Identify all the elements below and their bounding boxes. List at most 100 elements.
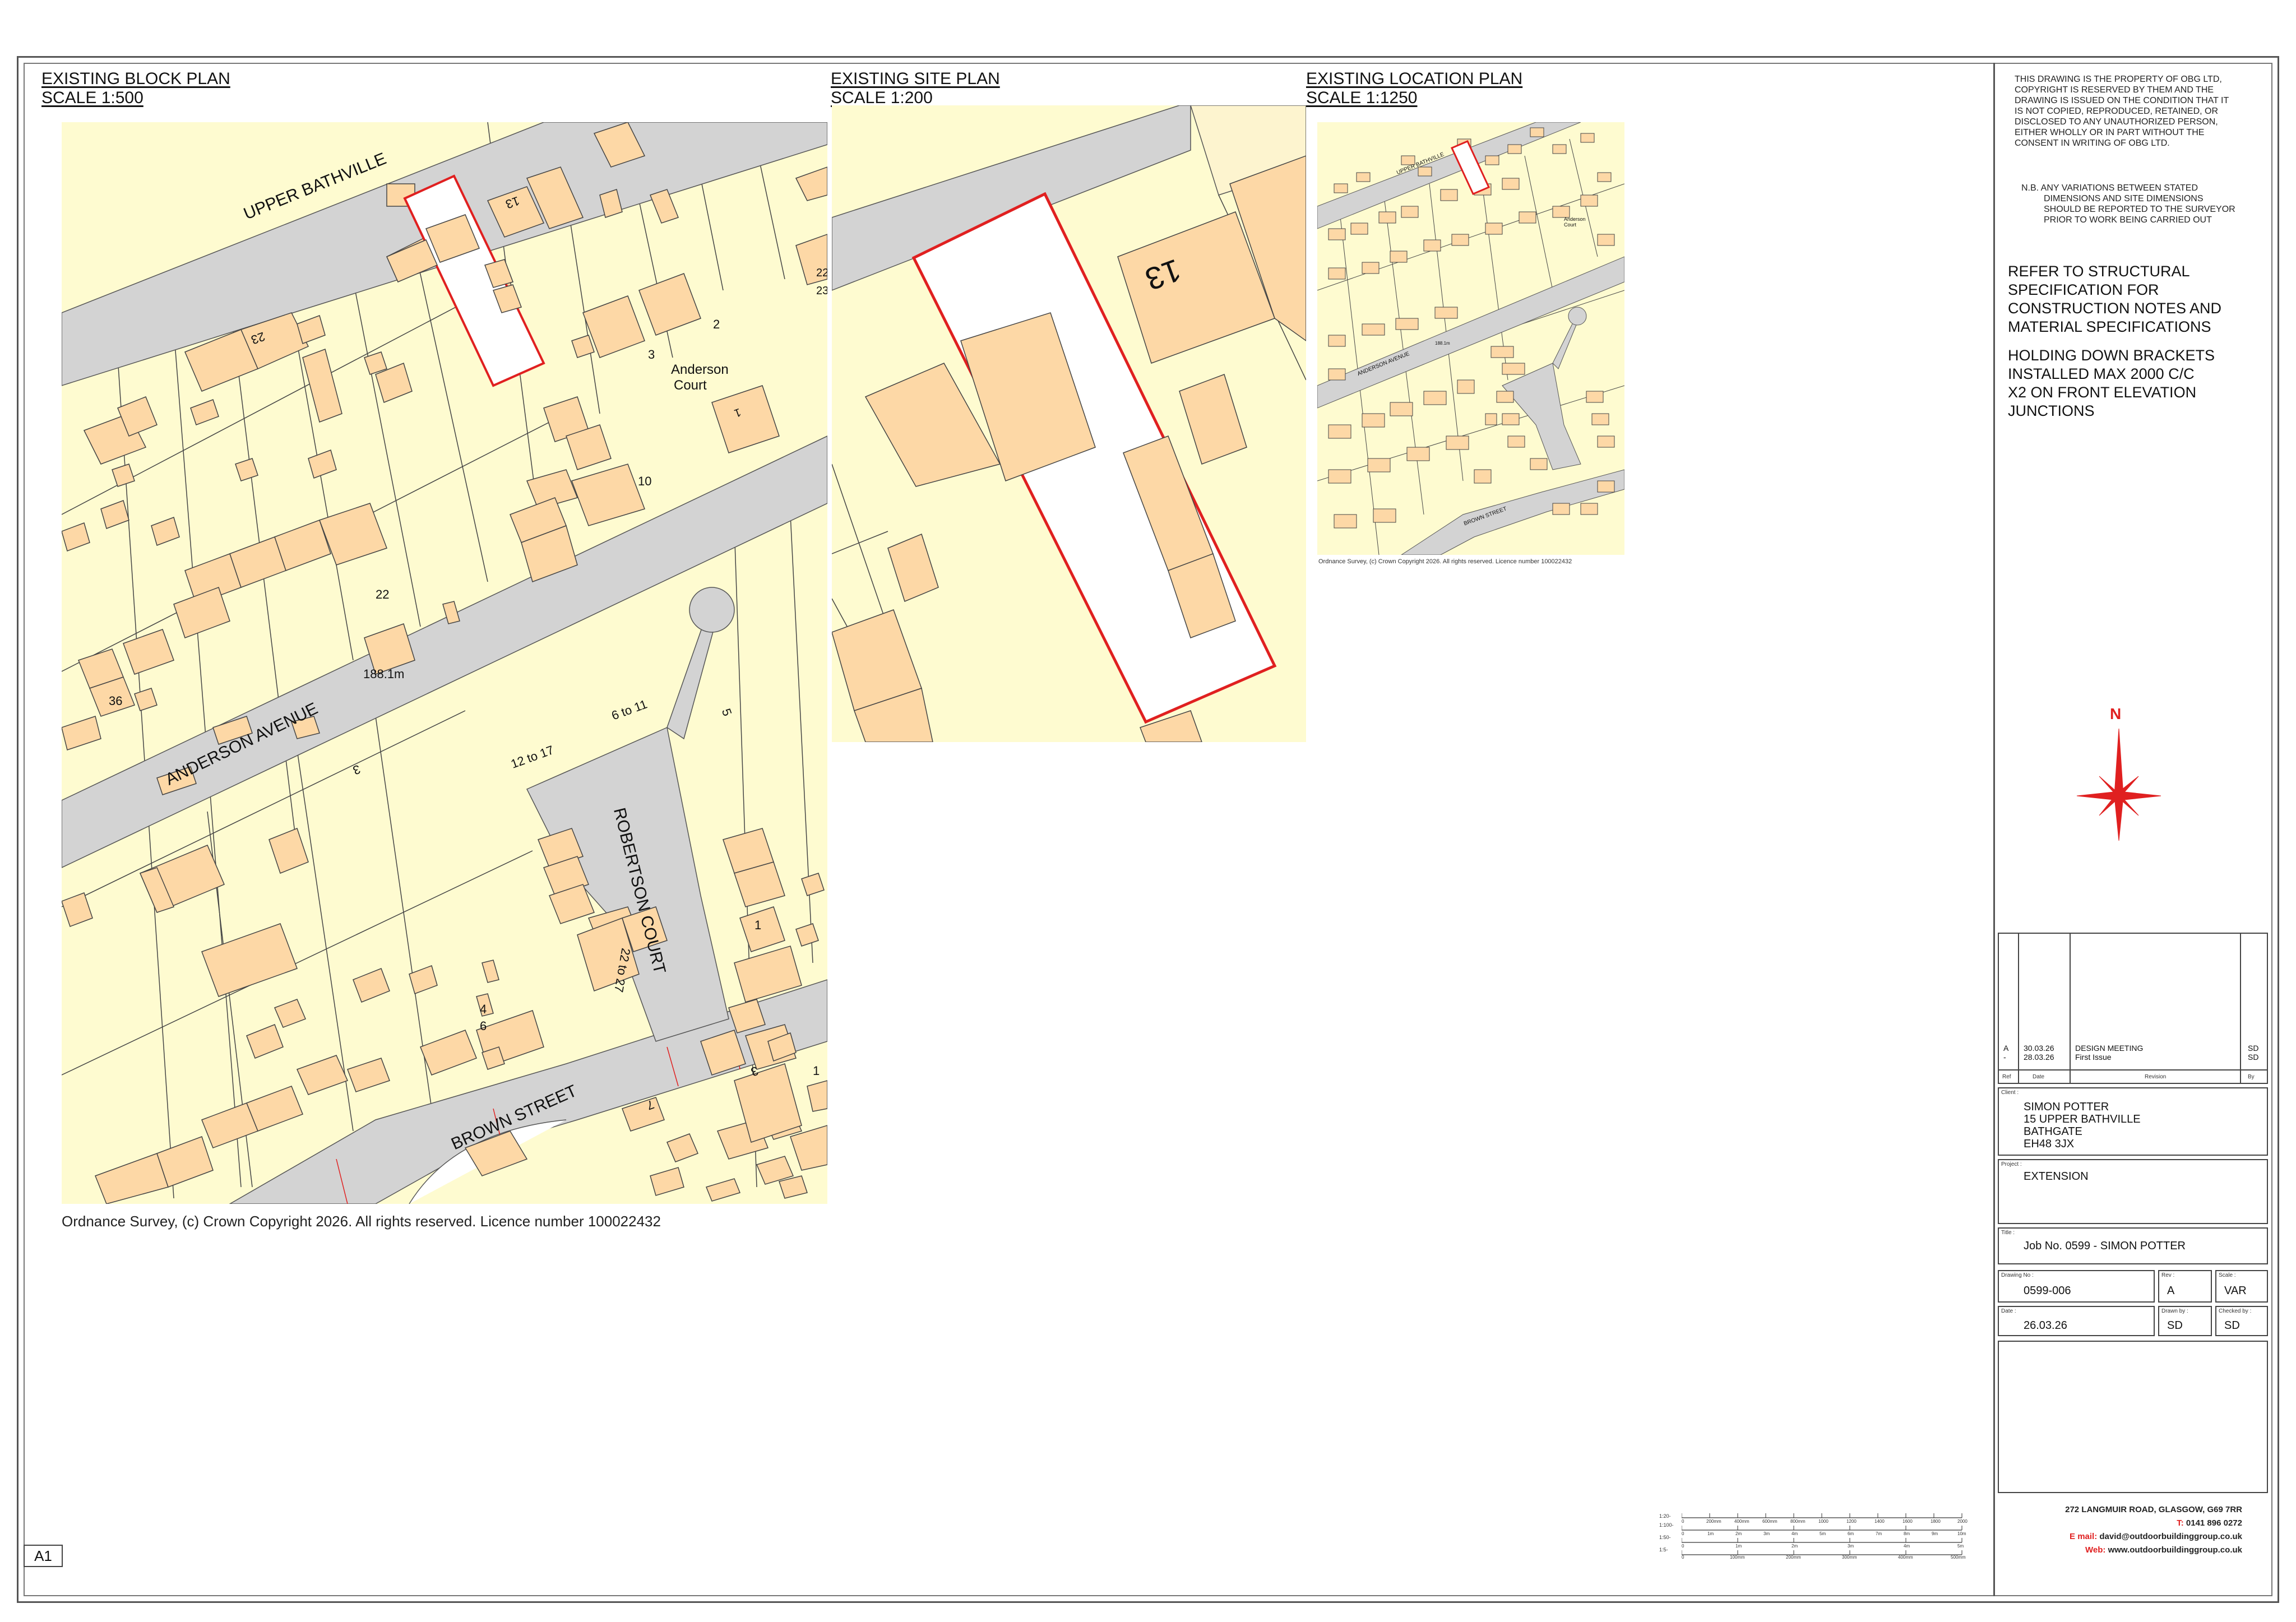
scale-bar: 1:20- 1:100- 1:50- 1:5- 0 200mm 400mm 60…: [1659, 1510, 1973, 1560]
block-plan-copyright: Ordnance Survey, (c) Crown Copyright 202…: [62, 1213, 661, 1230]
scale-tick: 800mm: [1790, 1519, 1806, 1524]
rev-label: Rev :: [2161, 1272, 2175, 1278]
location-plan-svg: [1317, 122, 1624, 555]
rev-row-by: SD: [2248, 1053, 2259, 1062]
copyright-line: IS NOT COPIED, REPRODUCED, RETAINED, OR: [2015, 106, 2219, 116]
brackets-line: JUNCTIONS: [2008, 402, 2095, 419]
logo-box: [1998, 1341, 2268, 1493]
date-value: 26.03.26: [2024, 1319, 2067, 1332]
scale-row-label: 1:5-: [1659, 1547, 1668, 1553]
location-plan-title-text: EXISTING LOCATION PLAN: [1306, 69, 1523, 88]
scale-row-label: 1:100-: [1659, 1522, 1674, 1528]
company-contact: 272 LANGMUIR ROAD, GLASGOW, G69 7RR T: 0…: [2001, 1503, 2242, 1557]
company-address: 272 LANGMUIR ROAD, GLASGOW, G69 7RR: [2065, 1505, 2242, 1514]
rev-header-revision: Revision: [2145, 1074, 2167, 1080]
house-number-3: 3: [648, 347, 655, 362]
scale-tick: 1000: [1818, 1519, 1829, 1524]
scale-tick: 1200: [1846, 1519, 1857, 1524]
client-label: Client :: [2001, 1090, 2019, 1096]
brackets-line: HOLDING DOWN BRACKETS: [2008, 347, 2215, 364]
location-plan-scale: SCALE 1:1250: [1306, 89, 1418, 107]
scale-tick: 9m: [1932, 1531, 1938, 1536]
site-plan-svg: [832, 105, 1306, 742]
scale-tick: 7m: [1876, 1531, 1882, 1536]
brackets-note: HOLDING DOWN BRACKETS INSTALLED MAX 2000…: [2008, 346, 2215, 420]
drawn-label: Drawn by :: [2161, 1308, 2188, 1314]
title-box: Title : Job No. 0599 - SIMON POTTER: [1998, 1227, 2268, 1264]
company-email-label: E mail:: [2070, 1532, 2098, 1541]
house-number-22b: 22: [816, 267, 827, 279]
scale-row-label: 1:50-: [1659, 1535, 1671, 1540]
rev-header-by: By: [2248, 1074, 2255, 1080]
location-plan-copyright: Ordnance Survey, (c) Crown Copyright 202…: [1318, 558, 1572, 565]
block-plan-title-text: EXISTING BLOCK PLAN: [41, 69, 230, 88]
checked-box: Checked by : SD: [2215, 1306, 2268, 1336]
rev-box: Rev : A: [2158, 1270, 2212, 1303]
loc-place-anderson-court: Anderson Court: [1564, 216, 1586, 228]
house-number-1c: 1: [813, 1064, 820, 1078]
scale-row-label: 1:20-: [1659, 1513, 1671, 1519]
scale-tick: 400mm: [1898, 1555, 1913, 1560]
project-box: Project : EXTENSION: [1998, 1159, 2268, 1224]
scale-tick: 0: [1682, 1531, 1684, 1536]
nb-line: PRIOR TO WORK BEING CARRIED OUT: [2044, 215, 2212, 225]
scale-tick: 300mm: [1842, 1555, 1857, 1560]
rev-row-ref: A: [2003, 1044, 2009, 1053]
spec-line: MATERIAL SPECIFICATIONS: [2008, 318, 2211, 335]
scale-tick: 2m: [1792, 1544, 1798, 1549]
date-box: Date : 26.03.26: [1998, 1306, 2155, 1336]
scale-ticks-top: 0 200mm 400mm 600mm 800mm 1000 1200 1400…: [1682, 1519, 1973, 1524]
copyright-notice: THIS DRAWING IS THE PROPERTY OF OBG LTD,…: [2015, 74, 2229, 149]
site-plan-title: EXISTING SITE PLAN SCALE 1:200: [831, 69, 1000, 108]
location-plan-title: EXISTING LOCATION PLAN SCALE 1:1250: [1306, 69, 1522, 108]
house-number-2: 2: [713, 317, 720, 331]
copyright-line: EITHER WHOLLY OR IN PART WITHOUT THE: [2015, 128, 2205, 137]
place-label-court: Court: [674, 378, 707, 393]
scale-tick: 2000: [1957, 1519, 1968, 1524]
company-tel: 0141 896 0272: [2186, 1518, 2242, 1528]
block-plan-title: EXISTING BLOCK PLAN SCALE 1:500: [41, 69, 230, 108]
north-arrow-icon: [2076, 728, 2161, 841]
nb-notice: N.B. ANY VARIATIONS BETWEEN STATED DIMEN…: [2021, 183, 2235, 225]
client-box: Client : SIMON POTTER 15 UPPER BATHVILLE…: [1998, 1087, 2268, 1156]
scale-tick: 500mm: [1951, 1555, 1966, 1560]
rev-row-by: SD: [2248, 1044, 2259, 1053]
site-plan-scale: SCALE 1:200: [831, 89, 933, 107]
copyright-line: CONSENT IN WRITING OF OBG LTD.: [2015, 138, 2170, 148]
site-plan-map: 13: [832, 105, 1306, 742]
scale-tick: 3m: [1763, 1531, 1770, 1536]
company-web[interactable]: www.outdoorbuildinggroup.co.uk: [2108, 1545, 2242, 1555]
scale-tick: 2m: [1735, 1531, 1742, 1536]
spec-line: SPECIFICATION FOR: [2008, 281, 2159, 298]
scale-tick: 600mm: [1762, 1519, 1777, 1524]
scale-tick: 8m: [1904, 1531, 1910, 1536]
rev-row-date: 30.03.26: [2024, 1044, 2054, 1053]
company-tel-label: T:: [2177, 1518, 2184, 1528]
company-email[interactable]: david@outdoorbuildinggroup.co.uk: [2099, 1532, 2242, 1541]
scale-tick: 10m: [1957, 1531, 1966, 1536]
scale-tick: 0: [1682, 1519, 1684, 1524]
client-name: SIMON POTTER: [2024, 1101, 2109, 1113]
drawn-box: Drawn by : SD: [2158, 1306, 2212, 1336]
company-web-label: Web:: [2085, 1545, 2106, 1555]
scale-ticks-50: 0 1m 2m 3m 4m 5m: [1682, 1544, 1973, 1549]
rev-row-revision: First Issue: [2075, 1053, 2112, 1062]
scale-tick: 400mm: [1734, 1519, 1749, 1524]
client-postcode: EH48 3JX: [2024, 1138, 2075, 1150]
nb-line: DIMENSIONS AND SITE DIMENSIONS: [2044, 194, 2204, 203]
house-number-4: 4: [480, 1002, 487, 1016]
drawn-value: SD: [2167, 1319, 2183, 1332]
scale-tick: 4m: [1792, 1531, 1798, 1536]
rev-row-revision: DESIGN MEETING: [2075, 1044, 2144, 1053]
scale-tick: 1400: [1874, 1519, 1885, 1524]
place-label-anderson: Anderson: [671, 362, 729, 377]
site-plan-title-text: EXISTING SITE PLAN: [831, 69, 1000, 88]
scale-label: Scale :: [2219, 1272, 2236, 1278]
scale-tick: 6m: [1848, 1531, 1854, 1536]
scale-tick: 1800: [1931, 1519, 1941, 1524]
project-label: Project :: [2001, 1161, 2022, 1167]
spec-line: CONSTRUCTION NOTES AND: [2008, 300, 2222, 317]
scale-tick: 1m: [1707, 1531, 1714, 1536]
loc-dimension-label: 188.1m: [1435, 341, 1450, 346]
revision-table: A - 30.03.26 28.03.26 DESIGN MEETING Fir…: [1998, 933, 2268, 1084]
